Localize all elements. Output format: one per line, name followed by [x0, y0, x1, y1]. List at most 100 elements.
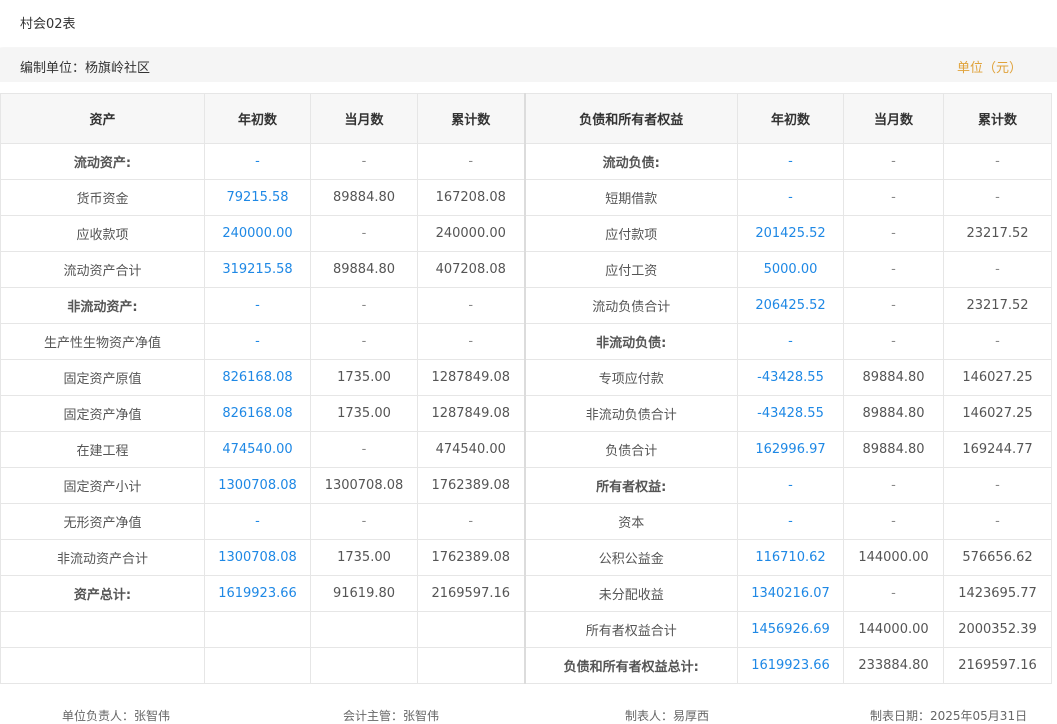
- value-cell: -: [417, 323, 525, 360]
- value-cell: -: [843, 251, 944, 288]
- value-cell: -: [943, 323, 1052, 360]
- value-cell: 89884.80: [310, 179, 418, 216]
- value-cell: 144000.00: [843, 611, 944, 648]
- value-cell: 146027.25: [943, 395, 1052, 432]
- row-label: 应付款项: [523, 215, 738, 252]
- value-cell[interactable]: 1340216.07: [737, 575, 844, 612]
- value-cell[interactable]: 474540.00: [204, 431, 311, 468]
- org-bar: 编制单位：杨旗岭社区 单位（元）: [0, 48, 1057, 82]
- row-label: 在建工程: [0, 431, 205, 468]
- value-cell: 167208.08: [417, 179, 525, 216]
- value-cell: 1423695.77: [943, 575, 1052, 612]
- row-label: 应收款项: [0, 215, 205, 252]
- value-cell: -: [310, 287, 418, 324]
- value-cell: -: [843, 143, 944, 180]
- value-cell: -: [737, 467, 844, 504]
- value-cell: -: [310, 323, 418, 360]
- col-liabilities-begin: 年初数: [737, 93, 844, 144]
- table-row: 无形资产净值 - - - 资本 - - -: [0, 503, 1052, 540]
- value-cell[interactable]: 206425.52: [737, 287, 844, 324]
- form-code: 村会02表: [20, 17, 76, 32]
- value-cell: [204, 611, 311, 648]
- value-cell: -: [843, 503, 944, 540]
- value-cell[interactable]: 319215.58: [204, 251, 311, 288]
- footer-accountant: 会计主管：张智伟: [343, 709, 440, 723]
- value-cell: -: [204, 143, 311, 180]
- form-header: 村会02表: [0, 0, 1057, 47]
- value-cell: -: [310, 431, 418, 468]
- value-cell: 89884.80: [843, 395, 944, 432]
- col-liabilities-cumulative: 累计数: [943, 93, 1052, 144]
- row-label: 非流动资产:: [0, 287, 205, 324]
- value-cell[interactable]: 1300708.08: [204, 467, 311, 504]
- value-cell: 240000.00: [417, 215, 525, 252]
- row-label: 生产性生物资产净值: [0, 323, 205, 360]
- row-label: [0, 647, 205, 684]
- value-cell[interactable]: 1619923.66: [204, 575, 311, 612]
- row-label: 资本: [523, 503, 738, 540]
- value-cell: -: [943, 179, 1052, 216]
- value-cell: 233884.80: [843, 647, 944, 684]
- row-label: 流动资产:: [0, 143, 205, 180]
- unit-label: 单位（元）: [956, 61, 1022, 76]
- table-row: 应收款项 240000.00-240000.00 应付款项 201425.52-232…: [0, 215, 1052, 252]
- balance-sheet: 资产 年初数 当月数 累计数 负债和所有者权益 年初数 当月数 累计数 流动资产…: [0, 93, 1052, 684]
- col-liabilities-month: 当月数: [843, 93, 944, 144]
- row-label: 所有者权益:: [523, 467, 738, 504]
- table-row: 资产总计: 1619923.66 91619.80 2169597.16 未分配收益 13…: [0, 575, 1052, 612]
- row-label: 公积公益金: [523, 539, 738, 576]
- value-cell: 407208.08: [417, 251, 525, 288]
- value-cell: 1287849.08: [417, 395, 525, 432]
- value-cell: -: [843, 575, 944, 612]
- value-cell: 474540.00: [417, 431, 525, 468]
- value-cell[interactable]: 240000.00: [204, 215, 311, 252]
- value-cell[interactable]: 826168.08: [204, 395, 311, 432]
- value-cell: 2000352.39: [943, 611, 1052, 648]
- table-row: 非流动资产: - - - 流动负债合计 206425.52-23217.52: [0, 287, 1052, 324]
- value-cell[interactable]: 162996.97: [737, 431, 844, 468]
- value-cell: -: [737, 323, 844, 360]
- value-cell: -: [204, 503, 311, 540]
- value-cell[interactable]: 1456926.69: [737, 611, 844, 648]
- value-cell: 89884.80: [843, 359, 944, 396]
- value-cell[interactable]: 201425.52: [737, 215, 844, 252]
- row-label: 所有者权益合计: [523, 611, 738, 648]
- value-cell[interactable]: 1619923.66: [737, 647, 844, 684]
- value-cell: [417, 647, 525, 684]
- value-cell: -: [310, 503, 418, 540]
- row-label: 未分配收益: [523, 575, 738, 612]
- value-cell[interactable]: 5000.00: [737, 251, 844, 288]
- value-cell: 89884.80: [843, 431, 944, 468]
- value-cell: 23217.52: [943, 215, 1052, 252]
- value-cell[interactable]: 79215.58: [204, 179, 311, 216]
- value-cell[interactable]: -43428.55: [737, 359, 844, 396]
- balance-table: 资产 年初数 当月数 累计数 负债和所有者权益 年初数 当月数 累计数 流动资产…: [0, 93, 1052, 684]
- table-row: 生产性生物资产净值 - - - 非流动负债: - - -: [0, 323, 1052, 360]
- value-cell[interactable]: 1300708.08: [204, 539, 311, 576]
- table-row: 在建工程 474540.00-474540.00 负债合计 162996.97 8988…: [0, 431, 1052, 468]
- value-cell: 1735.00: [310, 359, 418, 396]
- row-label: 非流动负债合计: [523, 395, 738, 432]
- value-cell: 1735.00: [310, 539, 418, 576]
- table-row: 非流动资产合计 1300708.08 1735.00 1762389.08 公积公益金 1…: [0, 539, 1052, 576]
- value-cell: -: [943, 143, 1052, 180]
- row-label: 负债和所有者权益总计:: [523, 647, 738, 684]
- value-cell[interactable]: 826168.08: [204, 359, 311, 396]
- value-cell: -: [843, 323, 944, 360]
- row-label: 货币资金: [0, 179, 205, 216]
- row-label: 流动负债合计: [523, 287, 738, 324]
- value-cell: -: [737, 503, 844, 540]
- row-label: 固定资产净值: [0, 395, 205, 432]
- value-cell: -: [843, 215, 944, 252]
- value-cell[interactable]: 116710.62: [737, 539, 844, 576]
- table-row: 固定资产净值 826168.08 1735.00 1287849.08 非流动负债合计 -…: [0, 395, 1052, 432]
- value-cell[interactable]: -43428.55: [737, 395, 844, 432]
- value-cell: 576656.62: [943, 539, 1052, 576]
- col-liabilities: 负债和所有者权益: [523, 93, 738, 144]
- value-cell: -: [843, 467, 944, 504]
- value-cell: -: [310, 143, 418, 180]
- value-cell: -: [943, 251, 1052, 288]
- org-name: 编制单位：杨旗岭社区: [20, 61, 151, 76]
- value-cell: 2169597.16: [417, 575, 525, 612]
- value-cell: [310, 611, 418, 648]
